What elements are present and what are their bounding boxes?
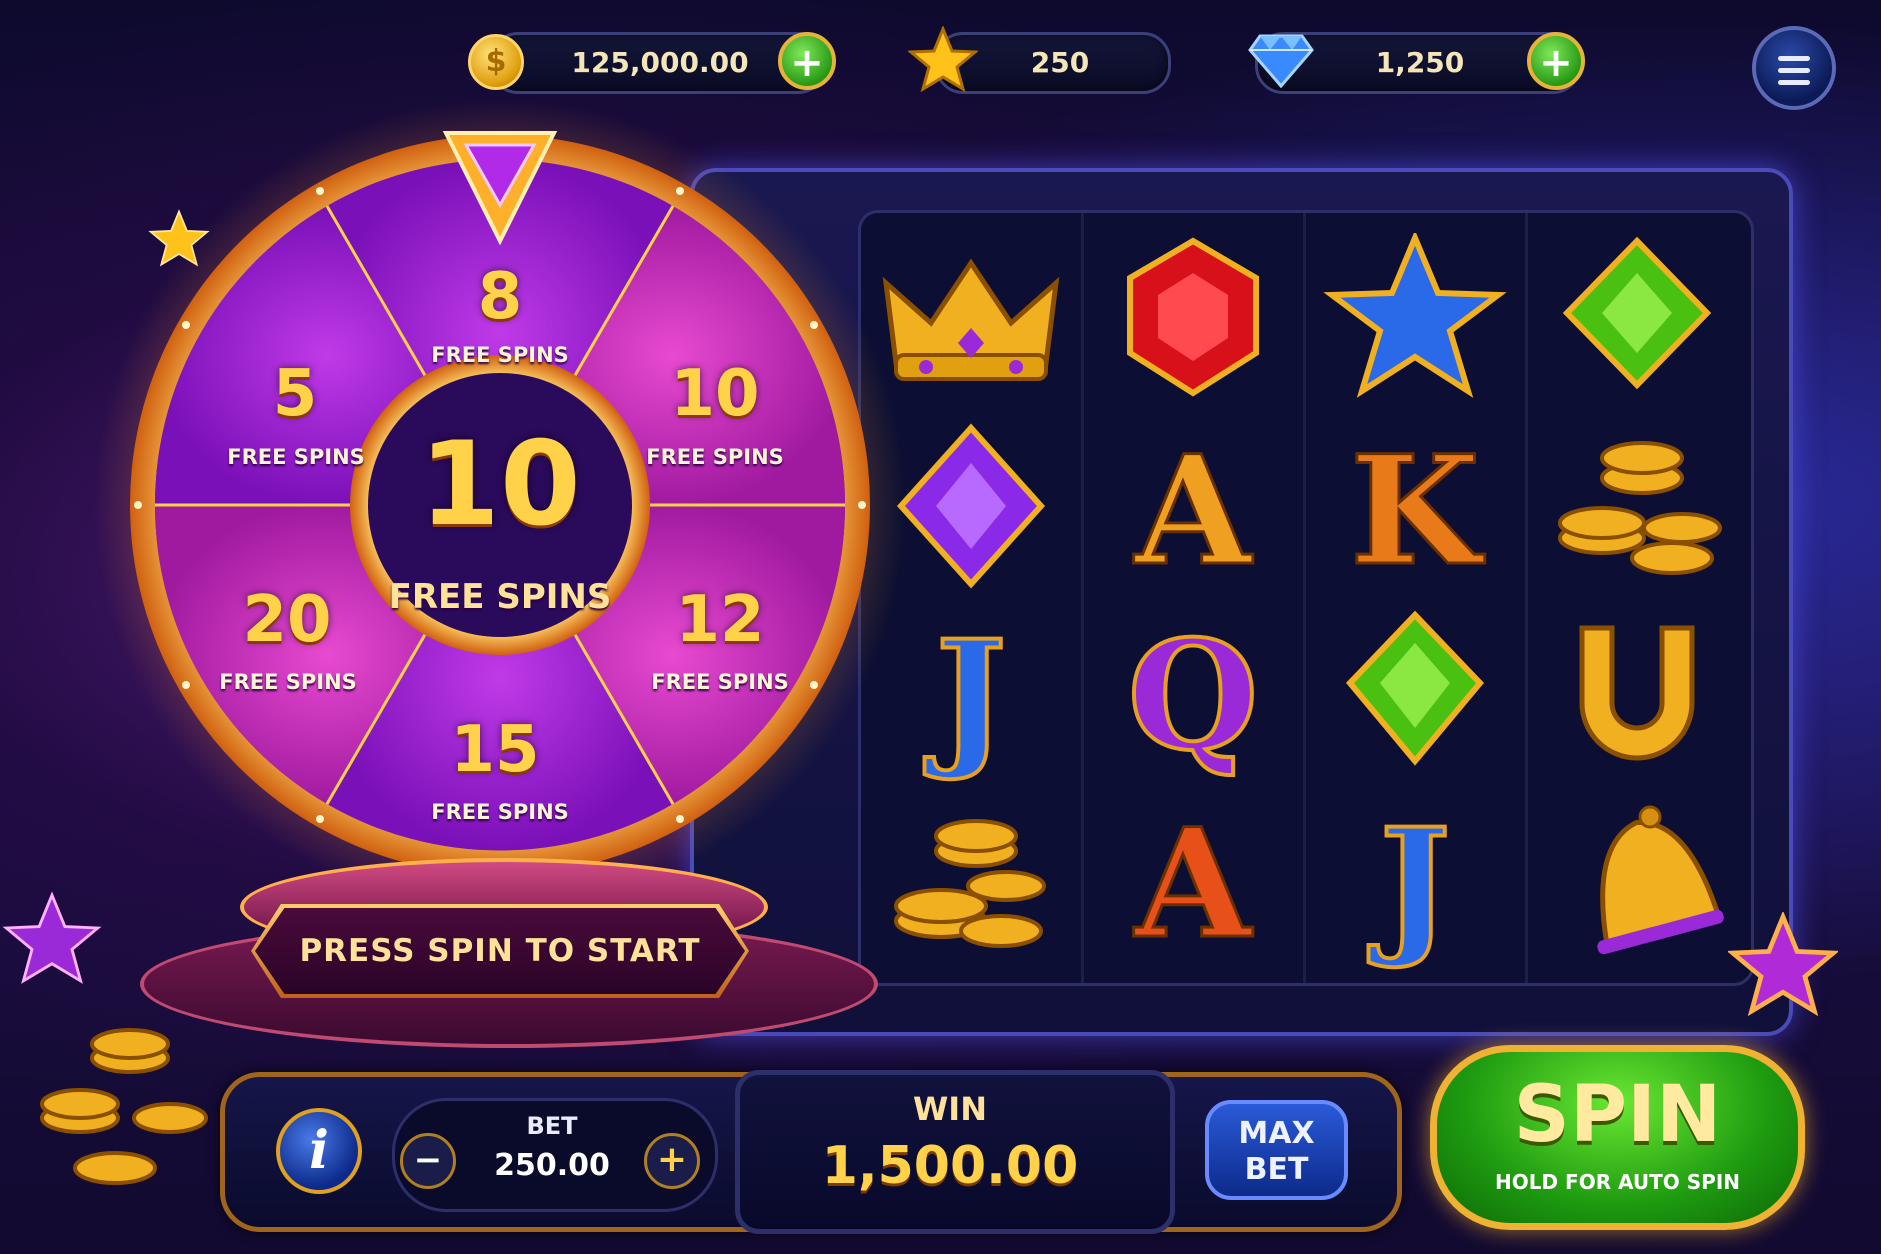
purple-gem-pointer-icon bbox=[442, 131, 558, 245]
symbol-bell bbox=[1532, 791, 1742, 976]
purple-star-decoration-icon bbox=[2, 891, 102, 984]
symbol-green-gem bbox=[1310, 603, 1520, 788]
segment-number: 20 bbox=[242, 583, 332, 657]
symbol-a-red: A bbox=[1133, 796, 1252, 972]
symbol-horseshoe bbox=[1532, 603, 1742, 788]
crown-icon bbox=[882, 258, 1060, 381]
win-value: 1,500.00 bbox=[821, 1136, 1079, 1196]
segment-label: FREE SPINS bbox=[431, 343, 569, 367]
gold-coins-icon bbox=[1558, 441, 1722, 575]
spin-button[interactable]: SPIN HOLD FOR AUTO SPIN bbox=[1430, 1045, 1805, 1230]
bonus-wheel: 8 FREE SPINS 10 FREE SPINS 12 FREE SPINS… bbox=[90, 95, 910, 915]
segment-number: 15 bbox=[450, 713, 540, 787]
symbol-coins bbox=[866, 791, 1076, 976]
gem-balance-value: 1,250 bbox=[1375, 46, 1465, 79]
symbol-j: J bbox=[934, 608, 1009, 784]
segment-label: FREE SPINS bbox=[219, 670, 357, 694]
symbol-q: Q bbox=[1126, 608, 1261, 784]
symbol-green-gem-top bbox=[1532, 233, 1742, 418]
segment-label: FREE SPINS bbox=[227, 445, 365, 469]
horseshoe-icon bbox=[1579, 625, 1695, 761]
symbol-blue-star bbox=[1310, 230, 1520, 418]
center-prize-label: FREE SPINS bbox=[388, 577, 612, 617]
info-icon: i bbox=[309, 1120, 329, 1181]
symbol-crown bbox=[866, 233, 1076, 418]
max-bet-button[interactable]: MAX BET bbox=[1205, 1100, 1348, 1200]
segment-label: FREE SPINS bbox=[646, 445, 784, 469]
win-label: WIN bbox=[913, 1090, 987, 1128]
segment-label: FREE SPINS bbox=[651, 670, 789, 694]
center-prize-number: 10 bbox=[419, 417, 581, 552]
symbol-red-gem bbox=[1088, 233, 1298, 418]
symbol-k: K bbox=[1348, 423, 1481, 599]
green-gem-icon bbox=[1562, 236, 1712, 390]
blue-star-icon bbox=[1323, 230, 1507, 398]
bet-label: BET bbox=[526, 1112, 578, 1140]
decrease-bet-button[interactable]: − bbox=[400, 1133, 456, 1189]
symbol-j-blue: J bbox=[1378, 796, 1453, 972]
diamond-icon bbox=[1248, 34, 1314, 88]
reel-grid: J A Q A K J bbox=[858, 210, 1754, 986]
reel-column-4 bbox=[1527, 213, 1747, 983]
coin-pile-decoration-icon bbox=[40, 1028, 208, 1185]
coin-balance-value: 125,000.00 bbox=[571, 46, 749, 79]
segment-number: 12 bbox=[675, 583, 765, 657]
star-balance-value: 250 bbox=[1030, 46, 1090, 79]
gold-coin-icon: $ bbox=[468, 34, 524, 90]
bell-icon bbox=[1597, 805, 1724, 955]
symbol-a: A bbox=[1133, 423, 1252, 599]
menu-button[interactable] bbox=[1752, 26, 1836, 110]
red-gem-icon bbox=[1127, 237, 1259, 397]
gold-coins-icon bbox=[894, 819, 1046, 948]
increase-bet-button[interactable]: + bbox=[644, 1133, 700, 1189]
reel-column-3: K J bbox=[1305, 213, 1528, 983]
segment-number: 5 bbox=[272, 357, 318, 431]
info-button[interactable]: i bbox=[276, 1108, 362, 1194]
star-icon bbox=[908, 26, 978, 92]
segment-label: FREE SPINS bbox=[431, 800, 569, 824]
symbol-coin-stack bbox=[1532, 418, 1742, 603]
spin-label: SPIN bbox=[1513, 1070, 1722, 1160]
spin-sublabel: HOLD FOR AUTO SPIN bbox=[1494, 1170, 1741, 1194]
add-gems-button[interactable]: + bbox=[1527, 32, 1585, 90]
bet-value: 250.00 bbox=[494, 1148, 610, 1183]
hamburger-menu-icon bbox=[1778, 56, 1810, 61]
reel-column-2: A Q A bbox=[1083, 213, 1306, 983]
add-coins-button[interactable]: + bbox=[778, 32, 836, 90]
start-prompt-text: PRESS SPIN TO START bbox=[299, 933, 701, 969]
green-gem-icon bbox=[1345, 610, 1485, 766]
purple-star-decoration-icon bbox=[1728, 912, 1838, 1016]
segment-number: 10 bbox=[670, 357, 760, 431]
segment-number: 8 bbox=[477, 260, 523, 334]
